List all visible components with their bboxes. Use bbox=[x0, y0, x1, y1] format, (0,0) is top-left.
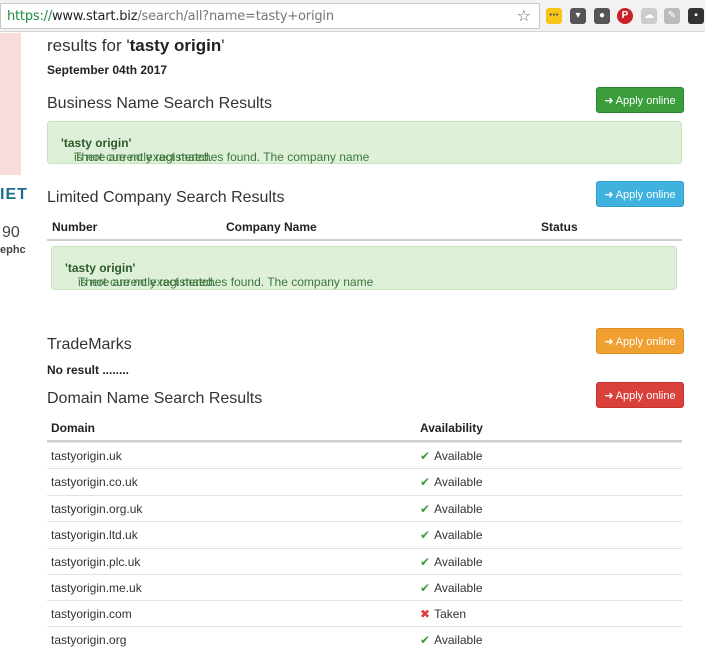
checkmark-icon: ✔ bbox=[420, 528, 431, 542]
table-divider bbox=[47, 239, 682, 241]
button-label: Apply online bbox=[615, 390, 676, 402]
checkmark-icon: ✔ bbox=[420, 555, 431, 569]
button-label: Apply online bbox=[615, 95, 676, 107]
url-path: /search/all?name=tasty+origin bbox=[137, 9, 334, 24]
results-prefix: results for ' bbox=[47, 36, 130, 55]
table-row: tastyorigin.uk ✔ Available bbox=[47, 442, 682, 468]
domain-name: tastyorigin.me.uk bbox=[51, 581, 142, 595]
button-label: Apply online bbox=[615, 189, 676, 201]
bookmark-star-icon[interactable]: ☆ bbox=[517, 6, 531, 26]
side-panel-strip bbox=[0, 33, 21, 175]
alert-text: There are no exact matches found. The co… bbox=[61, 136, 370, 164]
search-query: tasty origin bbox=[129, 36, 222, 55]
table-row: tastyorigin.org.uk ✔ Available bbox=[47, 495, 682, 521]
availability-cell: ✔ Available bbox=[420, 633, 483, 647]
extension-icon[interactable]: ✎ bbox=[664, 8, 680, 24]
arrow-right-icon: ➜ bbox=[604, 189, 614, 201]
cloud-icon[interactable]: ☁ bbox=[641, 8, 657, 24]
extension-icon[interactable]: ● bbox=[594, 8, 610, 24]
trademarks-section-title: TradeMarks bbox=[47, 336, 132, 353]
table-row: tastyorigin.ltd.uk ✔ Available bbox=[47, 521, 682, 547]
checkmark-icon: ✔ bbox=[420, 449, 431, 463]
table-row: tastyorigin.co.uk ✔ Available bbox=[47, 468, 682, 494]
extension-icon[interactable]: ⋯ bbox=[546, 8, 562, 24]
col-header-company-name: Company Name bbox=[226, 220, 317, 234]
arrow-right-icon: ➜ bbox=[604, 95, 614, 107]
business-section-title: Business Name Search Results bbox=[47, 95, 272, 112]
arrow-right-icon: ➜ bbox=[604, 390, 614, 402]
availability-cell: ✖ Taken bbox=[420, 607, 467, 621]
availability-cell: ✔ Available bbox=[420, 581, 483, 595]
domain-name: tastyorigin.plc.uk bbox=[51, 555, 141, 569]
limited-no-match-alert: There are no exact matches found. The co… bbox=[51, 246, 677, 290]
pocket-icon[interactable]: ▾ bbox=[570, 8, 586, 24]
search-date: September 04th 2017 bbox=[47, 63, 168, 77]
domain-name: tastyorigin.org.uk bbox=[51, 502, 143, 516]
url-scheme: https:// bbox=[7, 9, 52, 24]
checkmark-icon: ✔ bbox=[420, 502, 431, 516]
extension-badge-icon[interactable]: ▪ bbox=[688, 8, 704, 24]
domains-apply-button[interactable]: ➜ Apply online bbox=[596, 382, 684, 408]
results-heading: results for 'tasty origin' bbox=[47, 36, 224, 56]
domain-name: tastyorigin.uk bbox=[51, 449, 122, 463]
arrow-right-icon: ➜ bbox=[604, 336, 614, 348]
alert-text: There are no exact matches found. The co… bbox=[65, 261, 374, 289]
trademarks-apply-button[interactable]: ➜ Apply online bbox=[596, 328, 684, 354]
business-apply-button[interactable]: ➜ Apply online bbox=[596, 87, 684, 113]
domain-name: tastyorigin.com bbox=[51, 607, 132, 621]
business-no-match-alert: There are no exact matches found. The co… bbox=[47, 121, 682, 164]
browser-toolbar: https://www.start.biz/search/all?name=ta… bbox=[0, 0, 705, 32]
col-header-number: Number bbox=[52, 220, 98, 234]
domain-name: tastyorigin.org bbox=[51, 633, 127, 647]
table-row: tastyorigin.me.uk ✔ Available bbox=[47, 574, 682, 600]
availability-cell: ✔ Available bbox=[420, 449, 483, 463]
table-row: tastyorigin.org ✔ Available bbox=[47, 626, 682, 652]
cross-icon: ✖ bbox=[420, 607, 431, 621]
checkmark-icon: ✔ bbox=[420, 633, 431, 647]
url-host: www.start.biz bbox=[52, 9, 138, 24]
domain-name: tastyorigin.ltd.uk bbox=[51, 528, 138, 542]
availability-cell: ✔ Available bbox=[420, 555, 483, 569]
col-header-status: Status bbox=[541, 220, 578, 234]
checkmark-icon: ✔ bbox=[420, 475, 431, 489]
side-fragment: IET bbox=[0, 186, 28, 203]
side-fragment: 90 bbox=[2, 224, 20, 241]
url-text[interactable]: https://www.start.biz/search/all?name=ta… bbox=[7, 9, 334, 24]
pinterest-icon[interactable]: P bbox=[617, 8, 633, 24]
availability-cell: ✔ Available bbox=[420, 475, 483, 489]
table-row: tastyorigin.plc.uk ✔ Available bbox=[47, 548, 682, 574]
domains-section-title: Domain Name Search Results bbox=[47, 390, 263, 407]
domain-name: tastyorigin.co.uk bbox=[51, 475, 138, 489]
trademarks-no-result: No result ........ bbox=[47, 363, 130, 377]
limited-section-title: Limited Company Search Results bbox=[47, 189, 285, 206]
checkmark-icon: ✔ bbox=[420, 581, 431, 595]
availability-cell: ✔ Available bbox=[420, 528, 483, 542]
availability-cell: ✔ Available bbox=[420, 502, 483, 516]
address-bar[interactable]: https://www.start.biz/search/all?name=ta… bbox=[0, 3, 540, 29]
results-suffix: ' bbox=[221, 36, 225, 55]
col-header-availability: Availability bbox=[420, 421, 483, 435]
col-header-domain: Domain bbox=[51, 421, 96, 435]
limited-apply-button[interactable]: ➜ Apply online bbox=[596, 181, 684, 207]
side-fragment: ephc bbox=[0, 244, 26, 256]
table-row: tastyorigin.com ✖ Taken bbox=[47, 600, 682, 626]
button-label: Apply online bbox=[615, 336, 676, 348]
